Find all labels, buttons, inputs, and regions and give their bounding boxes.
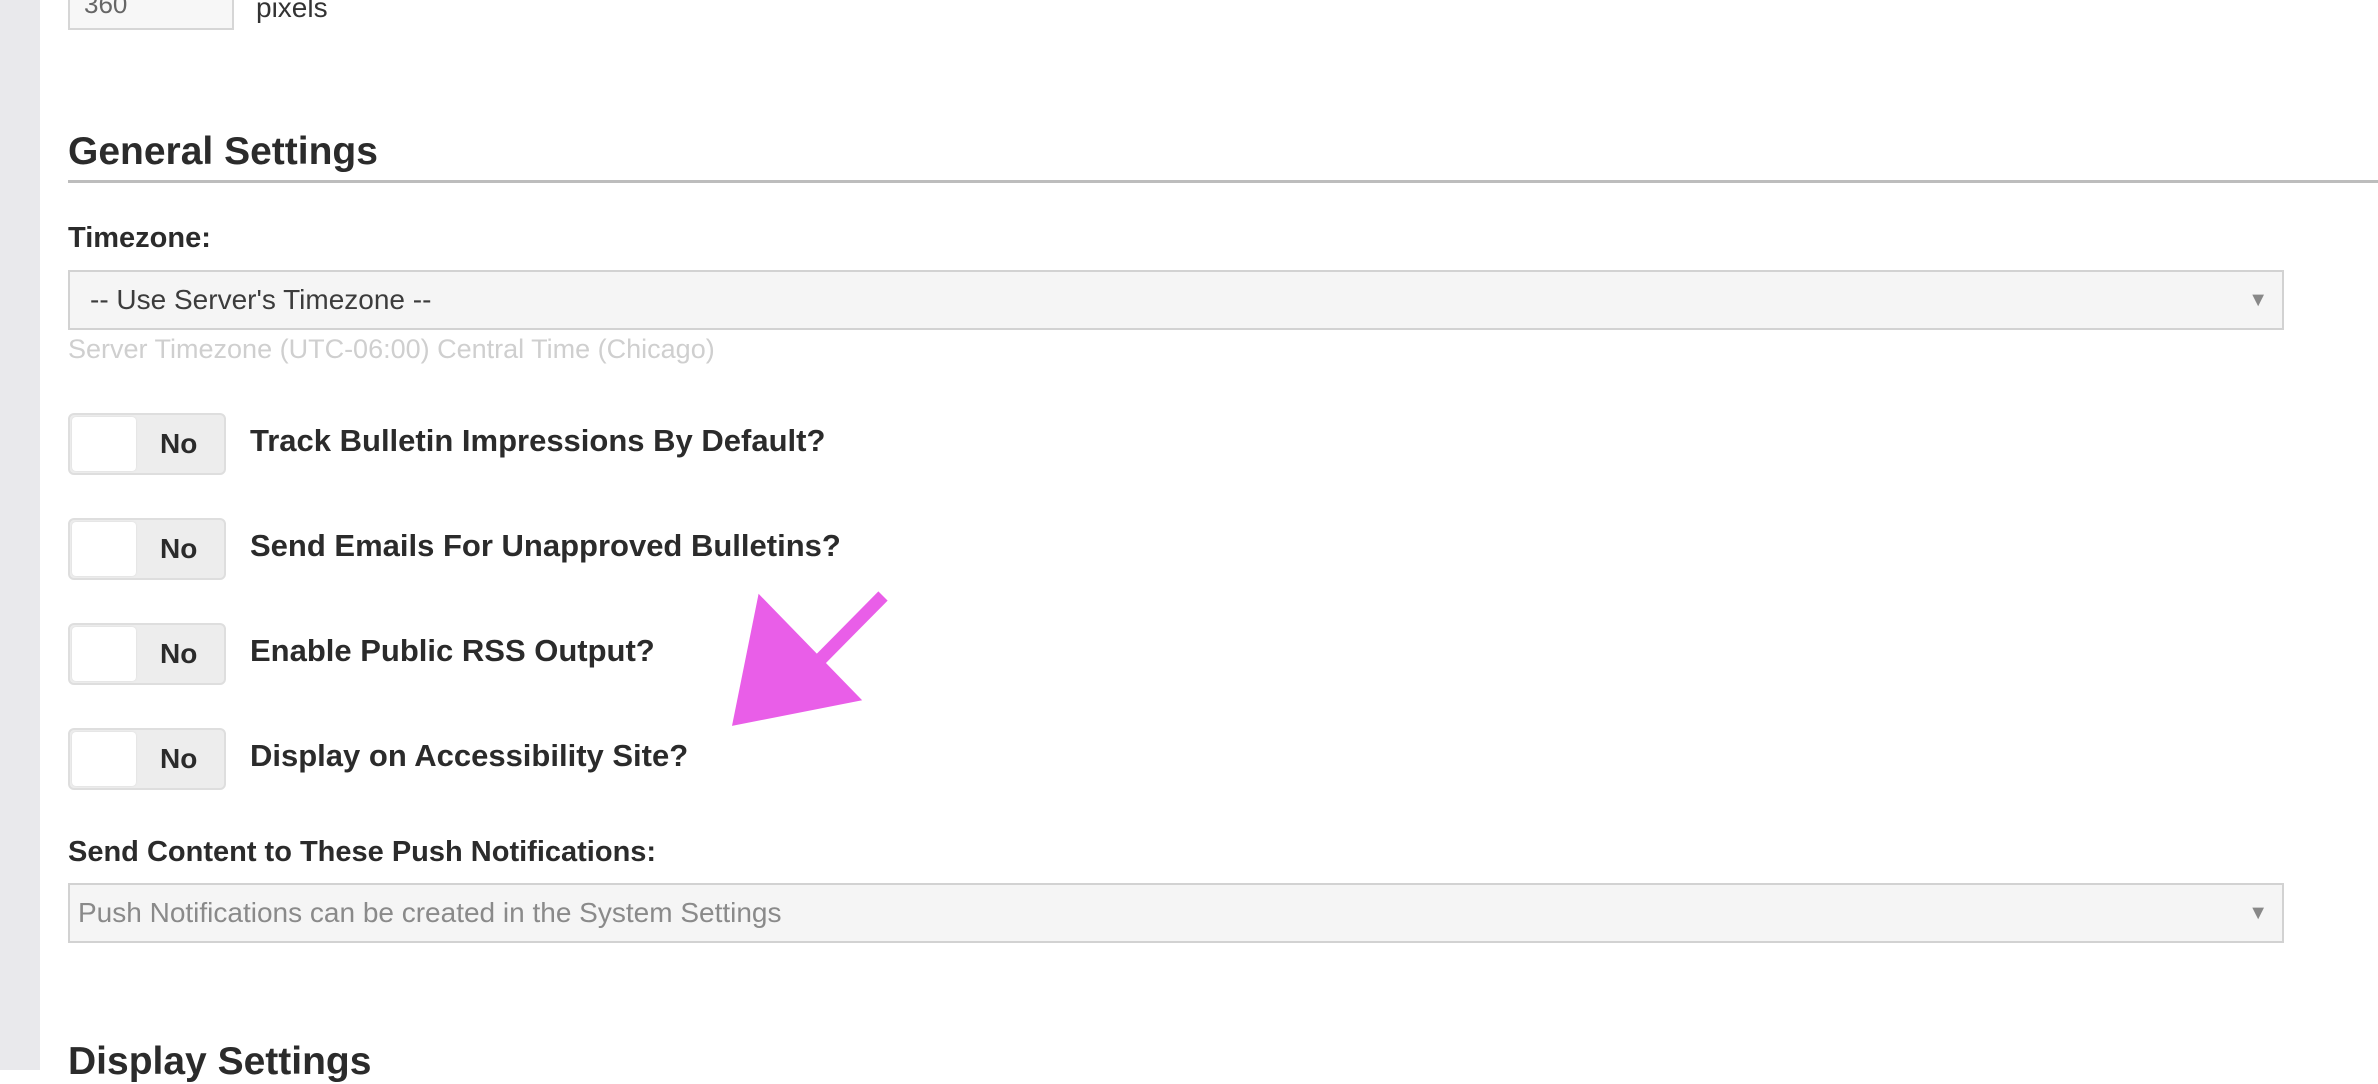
send-emails-label: Send Emails For Unapproved Bulletins? xyxy=(250,528,841,563)
toggle-state-label: No xyxy=(160,428,198,459)
timezone-label: Timezone: xyxy=(68,222,211,254)
caret-down-icon: ▼ xyxy=(2248,289,2268,311)
push-notifications-label: Send Content to These Push Notifications… xyxy=(68,836,657,868)
push-notifications-placeholder: Push Notifications can be created in the… xyxy=(78,897,782,928)
display-settings-title: Display Settings xyxy=(68,1040,372,1083)
caret-down-icon: ▼ xyxy=(2248,902,2268,924)
accessibility-site-toggle[interactable]: No xyxy=(68,728,226,790)
toggle-knob xyxy=(72,522,136,576)
track-impressions-label: Track Bulletin Impressions By Default? xyxy=(250,423,826,458)
pixels-unit-label: pixels xyxy=(256,0,328,23)
toggle-knob xyxy=(72,417,136,471)
left-rail xyxy=(0,0,40,1070)
send-emails-toggle[interactable]: No xyxy=(68,518,226,580)
general-settings-title: General Settings xyxy=(68,130,378,173)
push-notifications-select[interactable]: Push Notifications can be created in the… xyxy=(68,883,2284,943)
track-impressions-toggle[interactable]: No xyxy=(68,413,226,475)
settings-content: 360 pixels General Settings Timezone: --… xyxy=(68,0,2378,1083)
arrow-annotation-icon xyxy=(732,591,888,726)
public-rss-toggle[interactable]: No xyxy=(68,623,226,685)
toggle-state-label: No xyxy=(160,533,198,564)
toggle-knob xyxy=(72,732,136,786)
section-divider xyxy=(68,180,2378,183)
public-rss-label: Enable Public RSS Output? xyxy=(250,633,655,668)
toggle-knob xyxy=(72,627,136,681)
timezone-selected-value: -- Use Server's Timezone -- xyxy=(90,284,432,315)
server-timezone-helper: Server Timezone (UTC-06:00) Central Time… xyxy=(68,334,715,364)
toggle-state-label: No xyxy=(160,638,198,669)
toggle-state-label: No xyxy=(160,743,198,774)
timezone-select[interactable]: -- Use Server's Timezone -- ▼ xyxy=(68,270,2284,330)
pixels-input[interactable]: 360 xyxy=(68,0,234,30)
accessibility-site-label: Display on Accessibility Site? xyxy=(250,738,689,773)
